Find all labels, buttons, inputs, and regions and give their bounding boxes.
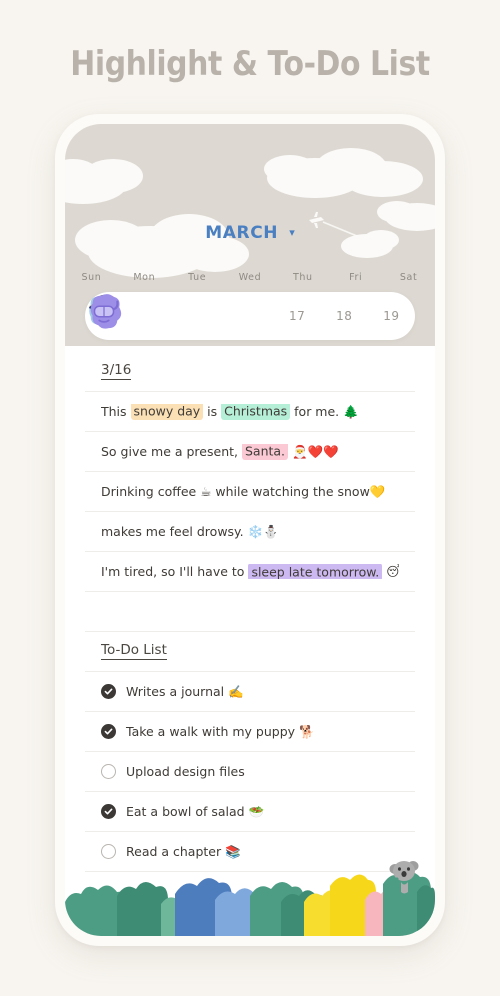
checkbox-checked-icon[interactable] bbox=[101, 804, 116, 819]
entry-part: So give me a present, bbox=[101, 443, 242, 459]
sleepy-face-emoji: 😴 bbox=[386, 564, 399, 579]
todo-heading-row[interactable]: To-Do List bbox=[85, 632, 415, 672]
sky-header: MARCH ▾ Sun Mon Tue Wed Thu Fri Sat 17 1… bbox=[65, 124, 435, 346]
note-date-heading: 3/16 bbox=[101, 362, 132, 380]
todo-item-label: Upload design files bbox=[126, 764, 245, 779]
note-date-row[interactable]: 3/16 bbox=[85, 352, 415, 392]
highlight-orange: snowy day bbox=[130, 403, 204, 420]
dow-wed: Wed bbox=[238, 272, 262, 283]
todo-item-label: Eat a bowl of salad 🥗 bbox=[126, 803, 265, 819]
note-entry-4: makes me feel drowsy. ❄️⛄ bbox=[101, 524, 279, 540]
note-blank-row[interactable] bbox=[85, 592, 415, 632]
day-of-week-row: Sun Mon Tue Wed Thu Fri Sat bbox=[65, 272, 435, 283]
highlight-pink: Santa. bbox=[241, 443, 289, 460]
month-selector[interactable]: MARCH ▾ bbox=[65, 222, 435, 243]
note-entry-2: So give me a present, Santa. 🎅❤️❤️ bbox=[101, 443, 339, 460]
note-entry-1: This snowy day is Christmas for me. 🌲 bbox=[101, 403, 359, 420]
note-entry-row[interactable]: Drinking coffee ☕ while watching the sno… bbox=[85, 472, 415, 512]
checkbox-checked-icon[interactable] bbox=[101, 724, 116, 739]
todo-item-label: Take a walk with my puppy 🐕 bbox=[126, 723, 315, 739]
dow-fri: Fri bbox=[349, 272, 363, 283]
todo-item-1[interactable]: Take a walk with my puppy 🐕 bbox=[85, 712, 415, 752]
entry-part: for me. bbox=[290, 403, 344, 419]
checkbox-unchecked-icon[interactable] bbox=[101, 764, 116, 779]
day-cell-17[interactable]: 17 bbox=[274, 292, 321, 340]
dow-sat: Sat bbox=[399, 272, 418, 283]
entry-part: Drinking coffee ☕ while watching the sno… bbox=[101, 483, 370, 499]
app-root: Highlight & To-Do List MARCH ▾ Sun Mon T… bbox=[0, 0, 500, 996]
todo-item-2[interactable]: Upload design files bbox=[85, 752, 415, 792]
note-entry-3: Drinking coffee ☕ while watching the sno… bbox=[101, 484, 385, 500]
checkbox-checked-icon[interactable] bbox=[101, 684, 116, 699]
tree-emoji: 🌲 bbox=[343, 403, 359, 419]
yellow-heart-emoji: 💛 bbox=[369, 483, 386, 499]
todo-item-label: Writes a journal ✍️ bbox=[126, 683, 244, 699]
note-entry-row[interactable]: I'm tired, so I'll have to sleep late to… bbox=[85, 552, 415, 592]
day-number-19: 19 bbox=[383, 309, 400, 323]
forest-footer bbox=[65, 844, 435, 936]
day-cell-14[interactable] bbox=[88, 292, 179, 340]
day-number-17: 17 bbox=[288, 309, 306, 323]
month-label: MARCH bbox=[205, 222, 279, 243]
day-cell-19[interactable]: 19 bbox=[368, 292, 415, 340]
page-title: Highlight & To-Do List bbox=[70, 44, 430, 84]
dow-tue: Tue bbox=[188, 272, 207, 283]
entry-part: I'm tired, so I'll have to bbox=[101, 564, 249, 579]
chevron-down-icon: ▾ bbox=[289, 226, 295, 239]
note-card: 3/16 This snowy day is Christmas for me.… bbox=[85, 352, 415, 872]
todo-item-0[interactable]: Writes a journal ✍️ bbox=[85, 672, 415, 712]
day-cell-15[interactable] bbox=[88, 292, 226, 340]
highlight-purple: sleep late tomorrow. bbox=[248, 564, 383, 579]
santa-hearts-emoji: 🎅❤️❤️ bbox=[288, 443, 339, 459]
phone-screen: MARCH ▾ Sun Mon Tue Wed Thu Fri Sat 17 1… bbox=[65, 124, 435, 936]
entry-part: This bbox=[101, 403, 131, 419]
note-entry-row[interactable]: makes me feel drowsy. ❄️⛄ bbox=[85, 512, 415, 552]
dow-sun: Sun bbox=[81, 272, 102, 283]
highlight-mint: Christmas bbox=[221, 403, 291, 420]
dow-mon: Mon bbox=[133, 272, 156, 283]
snowflake-snowman-emoji: ❄️⛄ bbox=[247, 523, 279, 539]
week-day-pill: 17 18 19 bbox=[85, 292, 415, 340]
note-entry-row[interactable]: So give me a present, Santa. 🎅❤️❤️ bbox=[85, 432, 415, 472]
forest-illustration bbox=[65, 861, 435, 936]
avatar-purple-snorkel-icon bbox=[90, 294, 122, 329]
todo-item-3[interactable]: Eat a bowl of salad 🥗 bbox=[85, 792, 415, 832]
entry-part: is bbox=[203, 403, 222, 419]
todo-list-heading: To-Do List bbox=[101, 642, 167, 660]
dow-thu: Thu bbox=[293, 272, 313, 283]
note-entry-5: I'm tired, so I'll have to sleep late to… bbox=[101, 564, 399, 579]
day-number-18: 18 bbox=[336, 309, 353, 323]
day-cell-16[interactable] bbox=[90, 292, 273, 340]
day-cell-18[interactable]: 18 bbox=[321, 292, 368, 340]
entry-part: makes me feel drowsy. bbox=[101, 523, 248, 539]
note-entry-row[interactable]: This snowy day is Christmas for me. 🌲 bbox=[85, 392, 415, 432]
phone-frame: MARCH ▾ Sun Mon Tue Wed Thu Fri Sat 17 1… bbox=[55, 114, 445, 946]
